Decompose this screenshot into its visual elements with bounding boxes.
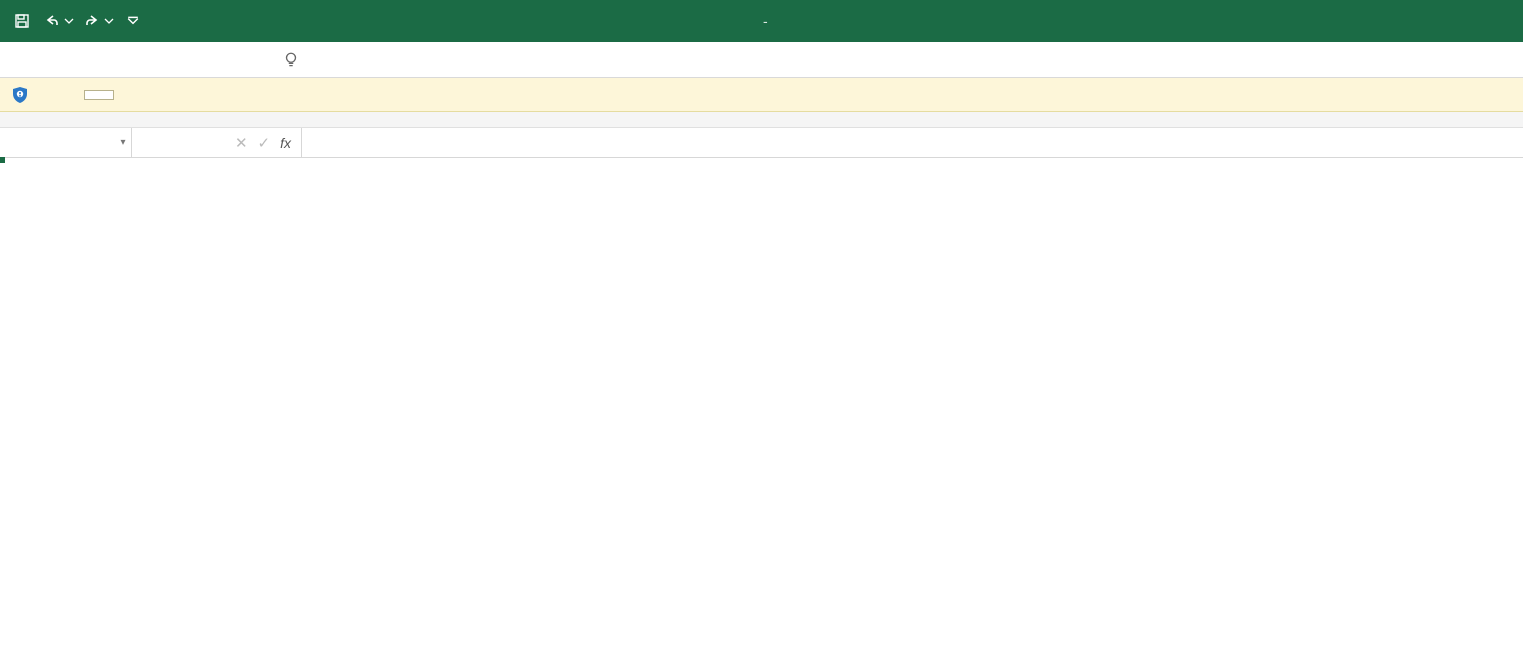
enter-icon[interactable]: ✓ (258, 134, 271, 152)
tab-data[interactable] (150, 42, 178, 78)
redo-dropdown-icon[interactable] (104, 9, 114, 33)
undo-icon[interactable] (40, 9, 64, 33)
fx-icon[interactable]: fx (280, 135, 291, 151)
tab-view[interactable] (206, 42, 234, 78)
formula-input[interactable] (302, 128, 1523, 157)
ribbon-substrip (0, 112, 1523, 128)
tell-me[interactable] (282, 51, 310, 69)
enable-editing-button[interactable] (84, 90, 114, 100)
qat-customize-icon[interactable] (127, 9, 139, 33)
selection-overlay (0, 158, 4, 162)
shield-icon (10, 85, 30, 105)
lightbulb-icon (282, 51, 300, 69)
tab-formulas[interactable] (122, 42, 150, 78)
protected-view-bar (0, 78, 1523, 112)
quick-access-toolbar (0, 9, 139, 33)
name-box[interactable]: ▾ (0, 128, 132, 157)
tab-home[interactable] (38, 42, 66, 78)
save-icon[interactable] (10, 9, 34, 33)
tab-insert[interactable] (66, 42, 94, 78)
tab-file[interactable] (10, 42, 38, 78)
formula-bar: ▾ ✕ ✓ fx (0, 128, 1523, 158)
chevron-down-icon[interactable]: ▾ (115, 137, 131, 148)
formula-buttons: ✕ ✓ fx (132, 128, 302, 157)
cancel-icon[interactable]: ✕ (235, 134, 248, 152)
title-bar: - (0, 0, 1523, 42)
tab-help[interactable] (234, 42, 262, 78)
tab-page-layout[interactable] (94, 42, 122, 78)
ribbon-tabs (0, 42, 1523, 78)
tab-review[interactable] (178, 42, 206, 78)
window-title: - (0, 13, 1523, 29)
redo-icon[interactable] (80, 9, 104, 33)
undo-dropdown-icon[interactable] (64, 9, 74, 33)
